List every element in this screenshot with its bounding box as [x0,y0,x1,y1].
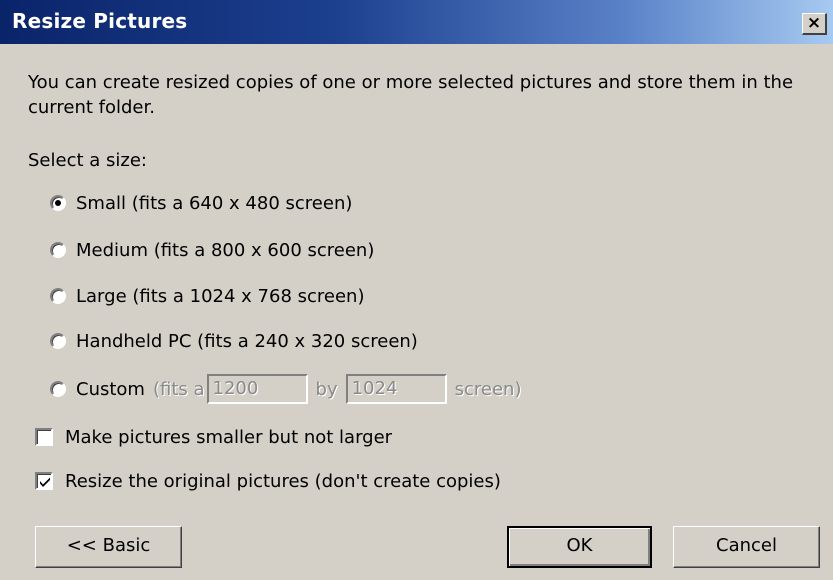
custom-suffix-text: screen) [454,378,522,400]
custom-width-field[interactable]: 1200 [206,374,308,404]
radio-medium-label: Medium (fits a 800 x 600 screen) [76,239,375,261]
basic-button[interactable]: << Basic [35,526,182,568]
description-text: You can create resized copies of one or … [28,72,794,118]
radio-medium-button[interactable] [50,242,66,258]
cancel-button[interactable]: Cancel [673,526,820,568]
smaller-only-label: Make pictures smaller but not larger [65,426,393,448]
radio-handheld-label: Handheld PC (fits a 240 x 320 screen) [76,330,418,352]
custom-prefix-text: (fits a [152,378,205,400]
radio-small[interactable]: Small (fits a 640 x 480 screen) [50,191,352,215]
checkmark-icon [40,477,50,487]
radio-small-label: Small (fits a 640 x 480 screen) [76,192,353,214]
radio-large-button[interactable] [50,288,66,304]
radio-large-label: Large (fits a 1024 x 768 screen) [76,285,365,307]
select-size-label: Select a size: [28,150,147,171]
resize-original-checkbox[interactable] [35,472,53,490]
radio-custom[interactable]: Custom (fits a 1200 by 1024 screen) [50,373,521,405]
radio-small-button[interactable] [50,195,66,211]
radio-handheld-button[interactable] [50,333,66,349]
close-icon: × [806,13,822,33]
close-button[interactable]: × [802,13,827,35]
smaller-only-checkbox[interactable] [35,428,53,446]
ok-button[interactable]: OK [507,526,652,568]
radio-custom-label: Custom [76,378,145,400]
resize-original-label: Resize the original pictures (don't crea… [65,470,501,492]
radio-handheld[interactable]: Handheld PC (fits a 240 x 320 screen) [50,329,418,353]
custom-height-field[interactable]: 1024 [345,374,447,404]
resize-original-option[interactable]: Resize the original pictures (don't crea… [35,469,501,493]
radio-custom-button[interactable] [50,381,66,397]
custom-by-text: by [315,378,338,400]
smaller-only-option[interactable]: Make pictures smaller but not larger [35,425,392,449]
radio-large[interactable]: Large (fits a 1024 x 768 screen) [50,284,364,308]
window-title: Resize Pictures [12,9,188,33]
radio-medium[interactable]: Medium (fits a 800 x 600 screen) [50,238,374,262]
title-bar: Resize Pictures × [0,0,833,44]
